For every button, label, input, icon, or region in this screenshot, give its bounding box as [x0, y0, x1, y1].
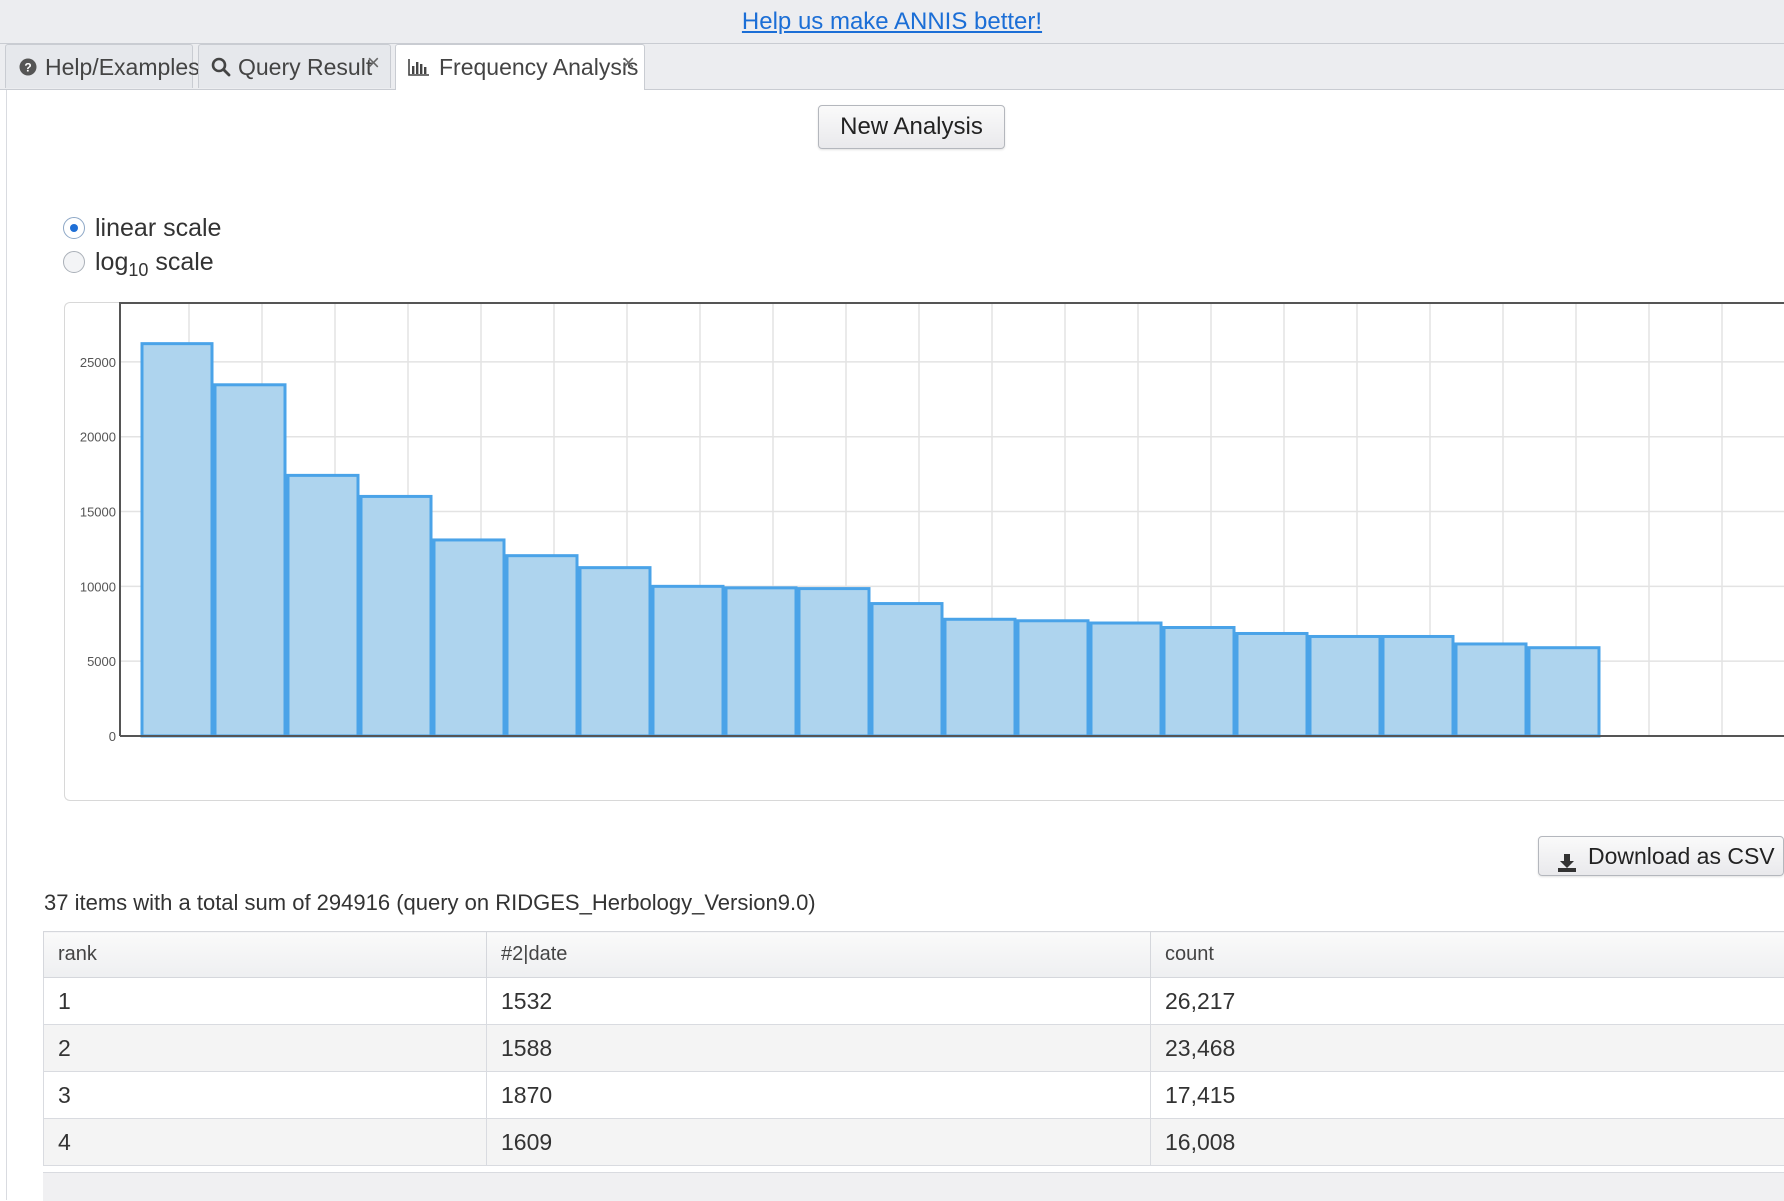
tab-bar: ? Help/Examples Query Result × Frequency… — [0, 44, 1784, 90]
count-cell: 16,008 — [1151, 1119, 1784, 1166]
download-csv-button[interactable]: Download as CSV — [1538, 836, 1784, 876]
rank-cell: 1 — [44, 978, 487, 1025]
table-row[interactable]: 1 1532 26,217 — [44, 978, 1784, 1025]
date-cell: 1588 — [487, 1025, 1151, 1072]
count-cell: 23,468 — [1151, 1025, 1784, 1072]
column-header-count[interactable]: count — [1151, 932, 1784, 978]
search-icon — [211, 45, 231, 89]
download-csv-label: Download as CSV — [1588, 837, 1775, 875]
tab-label: Query Result — [238, 45, 372, 89]
column-header-rank[interactable]: rank — [44, 932, 487, 978]
bar — [507, 556, 577, 736]
bar — [653, 586, 723, 736]
tab-query-result[interactable]: Query Result × — [198, 44, 391, 88]
table-row[interactable]: 4 1609 16,008 — [44, 1119, 1784, 1166]
bar — [361, 496, 431, 736]
linear-scale-radio[interactable] — [63, 217, 85, 239]
y-tick-label: 0 — [109, 729, 116, 744]
date-cell: 1870 — [487, 1072, 1151, 1119]
bar — [1529, 648, 1599, 736]
bar — [726, 588, 796, 736]
download-icon — [1557, 846, 1577, 884]
count-cell: 26,217 — [1151, 978, 1784, 1025]
bar — [1310, 636, 1380, 736]
bar — [580, 568, 650, 736]
new-analysis-button[interactable]: New Analysis — [818, 105, 1005, 149]
rank-cell: 3 — [44, 1072, 487, 1119]
feedback-banner: Help us make ANNIS better! — [0, 0, 1784, 44]
close-icon[interactable]: × — [367, 41, 380, 85]
tab-help-examples[interactable]: ? Help/Examples — [5, 44, 193, 88]
feedback-link[interactable]: Help us make ANNIS better! — [742, 8, 1042, 35]
frequency-bar-chart: 0 5000 10000 15000 20000 25000 — [64, 302, 1784, 799]
rank-cell: 4 — [44, 1119, 487, 1166]
bar — [1091, 623, 1161, 736]
bar — [1018, 621, 1088, 736]
log-scale-label: log10 scale — [95, 246, 214, 286]
tab-frequency-analysis[interactable]: Frequency Analysis × — [395, 44, 645, 90]
bar-chart-icon — [408, 45, 430, 89]
bar — [872, 604, 942, 736]
close-icon[interactable]: × — [622, 41, 635, 85]
y-tick-label: 10000 — [80, 579, 116, 594]
bar — [945, 619, 1015, 736]
bar — [1164, 628, 1234, 737]
svg-text:?: ? — [24, 61, 31, 75]
bar — [799, 589, 869, 736]
linear-scale-label: linear scale — [95, 212, 221, 244]
column-header-date[interactable]: #2|date — [487, 932, 1151, 978]
rank-cell: 2 — [44, 1025, 487, 1072]
frequency-table: rank #2|date count 1 1532 26,217 2 1588 … — [43, 931, 1784, 1166]
table-row[interactable]: 2 1588 23,468 — [44, 1025, 1784, 1072]
y-tick-label: 25000 — [80, 355, 116, 370]
result-summary: 37 items with a total sum of 294916 (que… — [44, 890, 816, 916]
bar — [1383, 636, 1453, 736]
y-tick-label: 5000 — [87, 654, 116, 669]
tab-label: Frequency Analysis — [439, 45, 638, 89]
table-row[interactable]: 3 1870 17,415 — [44, 1072, 1784, 1119]
y-tick-label: 15000 — [80, 505, 116, 520]
bar — [215, 385, 285, 736]
count-cell: 17,415 — [1151, 1072, 1784, 1119]
bar — [1456, 644, 1526, 736]
bar — [1237, 633, 1307, 736]
log-scale-radio[interactable] — [63, 251, 85, 273]
bar — [434, 540, 504, 736]
bar — [288, 475, 358, 736]
y-tick-label: 20000 — [80, 430, 116, 445]
question-circle-icon: ? — [19, 45, 37, 89]
date-cell: 1532 — [487, 978, 1151, 1025]
date-cell: 1609 — [487, 1119, 1151, 1166]
bar — [142, 344, 212, 736]
tab-label: Help/Examples — [45, 45, 200, 89]
table-next-row-partial — [43, 1172, 1784, 1201]
table-header-row: rank #2|date count — [44, 932, 1784, 978]
